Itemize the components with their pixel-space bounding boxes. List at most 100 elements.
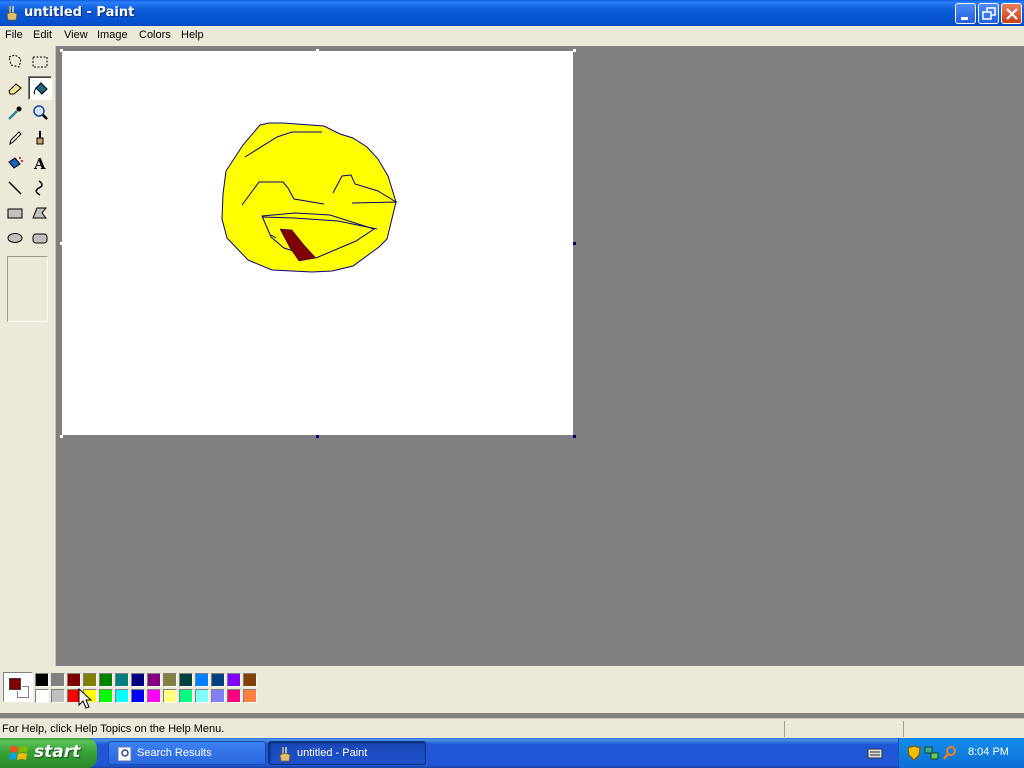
tool-curve[interactable] — [28, 176, 52, 200]
palette-swatch[interactable] — [243, 673, 257, 687]
palette-swatch[interactable] — [179, 673, 193, 687]
tool-magnifier[interactable] — [28, 101, 52, 125]
taskbar-paint[interactable]: untitled - Paint — [268, 741, 426, 765]
magnifier-icon — [33, 105, 48, 120]
minimize-icon — [961, 17, 968, 20]
palette-swatch[interactable] — [195, 673, 209, 687]
mouse-cursor-icon — [78, 688, 92, 709]
menu-file[interactable]: File — [5, 29, 23, 41]
menu-image[interactable]: Image — [97, 29, 128, 41]
tool-rounded-rect[interactable] — [28, 226, 52, 250]
palette-swatch[interactable] — [131, 673, 145, 687]
security-shield-icon[interactable] — [906, 745, 922, 761]
palette-swatch[interactable] — [195, 689, 209, 703]
palette-swatch[interactable] — [147, 689, 161, 703]
tool-airbrush[interactable] — [3, 151, 27, 175]
palette-swatch[interactable] — [147, 673, 161, 687]
canvas-resize-bottom[interactable] — [316, 435, 319, 438]
menu-edit[interactable]: Edit — [33, 29, 52, 41]
tool-pencil[interactable] — [3, 126, 27, 150]
rounded-rect-icon — [32, 233, 48, 244]
free-select-icon — [8, 54, 22, 68]
palette-swatch[interactable] — [115, 673, 129, 687]
keyboard-icon[interactable] — [867, 746, 883, 760]
fill-bucket-icon — [33, 82, 48, 95]
canvas-resize-right[interactable] — [573, 242, 576, 245]
palette-swatch[interactable] — [51, 673, 65, 687]
palette-swatch[interactable] — [83, 673, 97, 687]
color-picker-icon — [8, 106, 22, 120]
palette-swatch[interactable] — [179, 689, 193, 703]
search-window-icon — [117, 746, 132, 762]
drawing — [221, 122, 398, 273]
status-help-text: For Help, click Help Topics on the Help … — [2, 723, 225, 735]
curve-icon — [35, 180, 43, 196]
palette-swatch[interactable] — [51, 689, 65, 703]
menu-view[interactable]: View — [64, 29, 88, 41]
foreground-color — [9, 678, 21, 690]
tool-free-select[interactable] — [3, 50, 27, 74]
canvas-handle-tm — [316, 49, 319, 52]
title-bar[interactable]: untitled - Paint — [0, 0, 1024, 26]
paint-app-icon — [6, 6, 18, 21]
palette-swatch[interactable] — [227, 673, 241, 687]
palette-swatch[interactable] — [131, 689, 145, 703]
tool-text[interactable]: A — [28, 151, 52, 175]
palette-swatch[interactable] — [35, 673, 49, 687]
tool-options-box[interactable] — [7, 256, 48, 322]
palette-swatch[interactable] — [211, 673, 225, 687]
tool-ellipse[interactable] — [3, 226, 27, 250]
taskbar-label: Search Results — [137, 747, 212, 759]
rect-select-icon — [32, 56, 48, 68]
palette-swatch[interactable] — [243, 689, 257, 703]
polygon-icon — [32, 207, 48, 219]
minimize-button[interactable] — [955, 3, 976, 24]
tool-line[interactable] — [3, 176, 27, 200]
tool-fill[interactable] — [28, 76, 52, 100]
toolbox: A — [0, 46, 56, 666]
brush-icon — [36, 131, 44, 145]
canvas-handle-tr — [573, 49, 576, 52]
current-colors — [3, 672, 33, 702]
tool-pick-color[interactable] — [3, 101, 27, 125]
close-icon — [1006, 8, 1018, 20]
taskbar-label: untitled - Paint — [297, 747, 368, 759]
close-button[interactable] — [1001, 3, 1022, 24]
svg-text:A: A — [33, 155, 46, 172]
palette-swatch[interactable] — [35, 689, 49, 703]
palette-swatch[interactable] — [99, 689, 113, 703]
palette-swatch[interactable] — [163, 673, 177, 687]
tool-polygon[interactable] — [28, 201, 52, 225]
drawing-canvas[interactable] — [62, 51, 573, 435]
tool-rectangle[interactable] — [3, 201, 27, 225]
line-icon — [8, 181, 22, 195]
palette-swatch[interactable] — [211, 689, 225, 703]
palette-swatch[interactable] — [163, 689, 177, 703]
airbrush-icon — [8, 157, 23, 169]
taskbar-search-results[interactable]: Search Results — [108, 741, 266, 765]
restore-icon — [982, 7, 996, 20]
paint-app-icon — [279, 747, 291, 762]
canvas-resize-corner[interactable] — [573, 435, 576, 438]
tool-rect-select[interactable] — [28, 50, 52, 74]
menu-help[interactable]: Help — [181, 29, 204, 41]
status-cell-size — [903, 721, 1024, 737]
canvas-handle-tl — [60, 49, 63, 52]
network-icon[interactable] — [924, 745, 940, 761]
palette-swatch[interactable] — [99, 673, 113, 687]
system-tray: 8:04 PM — [898, 738, 1024, 768]
tool-eraser[interactable] — [3, 76, 27, 100]
palette-swatch[interactable] — [227, 689, 241, 703]
eraser-icon — [8, 83, 22, 95]
palette-swatch[interactable] — [115, 689, 129, 703]
search-icon[interactable] — [942, 745, 958, 761]
canvas-handle-ml — [60, 242, 63, 245]
menu-bar: File Edit View Image Colors Help — [0, 26, 1024, 46]
menu-colors[interactable]: Colors — [139, 29, 171, 41]
palette-swatch[interactable] — [67, 673, 81, 687]
workspace — [57, 46, 1024, 666]
window-title: untitled - Paint — [24, 5, 135, 20]
maximize-button[interactable] — [978, 3, 999, 24]
tool-brush[interactable] — [28, 126, 52, 150]
start-button[interactable]: start — [0, 738, 97, 768]
